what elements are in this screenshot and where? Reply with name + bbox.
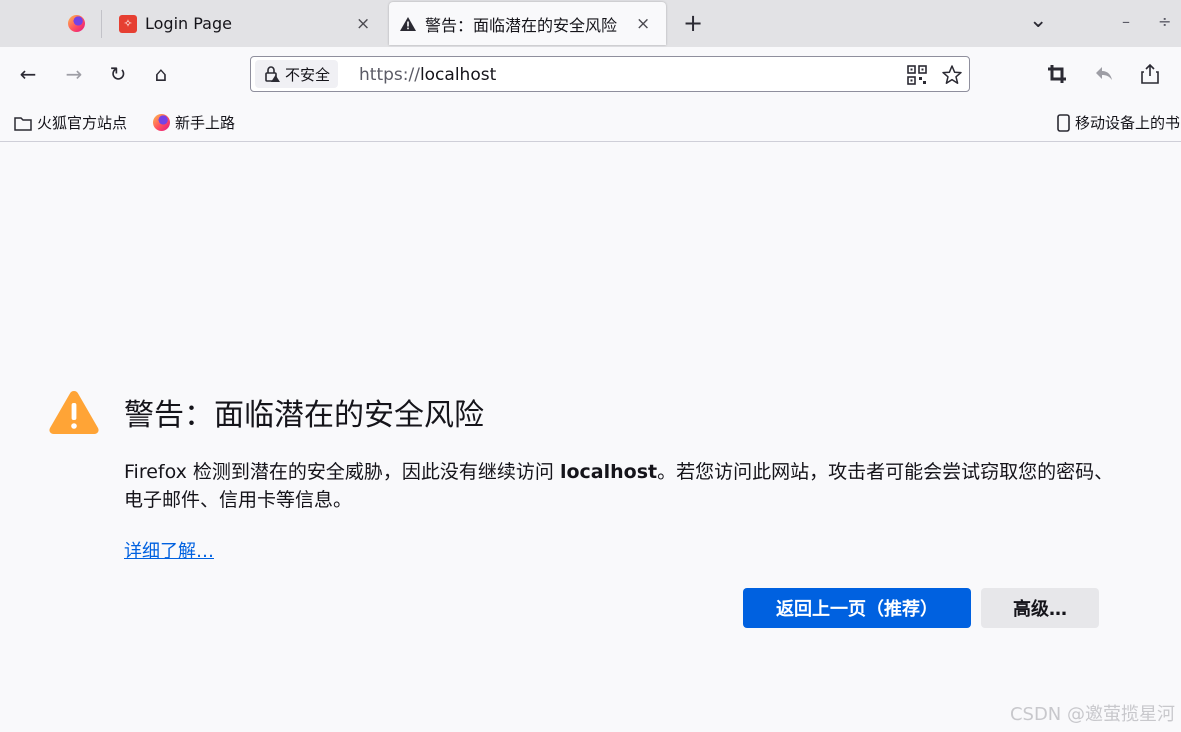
minimize-button[interactable]: – xyxy=(1122,12,1130,31)
new-tab-button[interactable]: + xyxy=(683,9,703,37)
tab-security-warning[interactable]: 警告：面临潜在的安全风险 × xyxy=(389,2,666,45)
warning-triangle-icon xyxy=(400,16,416,31)
list-all-tabs-button[interactable]: ⌄ xyxy=(1029,8,1047,33)
url-host: localhost xyxy=(419,65,497,85)
lock-warning-icon xyxy=(265,66,280,82)
bookmarks-toolbar: 火狐官方站点 新手上路 移动设备上的书 xyxy=(0,103,1181,142)
maximize-button[interactable]: ÷ xyxy=(1158,12,1171,31)
reply-icon[interactable] xyxy=(1094,65,1114,83)
tab-title: 警告：面临潜在的安全风险 xyxy=(425,15,618,35)
learn-more-link[interactable]: 详细了解… xyxy=(124,537,214,563)
tab-divider xyxy=(101,10,102,38)
page-title: 警告：面临潜在的安全风险 xyxy=(124,398,484,433)
bookmark-star-icon[interactable] xyxy=(941,64,963,86)
not-secure-label: 不安全 xyxy=(285,65,331,84)
qr-code-icon[interactable] xyxy=(907,65,927,85)
bookmark-label: 移动设备上的书 xyxy=(1075,114,1181,132)
bookmark-folder-firefox-official[interactable]: 火狐官方站点 xyxy=(14,112,127,133)
crop-icon[interactable] xyxy=(1047,64,1067,84)
tab-title: Login Page xyxy=(145,14,232,33)
close-icon[interactable]: × xyxy=(356,14,370,34)
reload-button[interactable]: ↻ xyxy=(104,60,132,88)
back-button[interactable]: ← xyxy=(14,60,42,88)
error-page-content: 警告：面临潜在的安全风险 Firefox 检测到潜在的安全威胁，因此没有继续访问… xyxy=(0,142,1181,732)
bookmark-getting-started[interactable]: 新手上路 xyxy=(153,112,235,133)
close-icon[interactable]: × xyxy=(636,14,650,34)
firefox-view-button[interactable] xyxy=(58,0,94,47)
error-description: Firefox 检测到潜在的安全威胁，因此没有继续访问 localhost。若您… xyxy=(124,458,1114,514)
warning-icon xyxy=(49,391,99,434)
bookmark-label: 新手上路 xyxy=(175,114,236,132)
watermark: CSDN @邀萤揽星河 xyxy=(1009,704,1175,725)
forward-button[interactable]: → xyxy=(60,60,88,88)
tab-login-page[interactable]: ✧ Login Page × xyxy=(103,0,386,47)
connection-not-secure-button[interactable]: 不安全 xyxy=(255,60,339,88)
url-bar[interactable]: 不安全 https://localhost xyxy=(250,56,970,92)
description-text-start: Firefox 检测到潜在的安全威胁，因此没有继续访问 xyxy=(124,461,560,483)
description-hostname: localhost xyxy=(559,461,658,483)
mobile-bookmarks[interactable]: 移动设备上的书 xyxy=(1057,112,1180,133)
advanced-button[interactable]: 高级… xyxy=(981,588,1099,628)
go-back-button[interactable]: 返回上一页（推荐） xyxy=(743,588,971,628)
share-icon[interactable] xyxy=(1140,63,1160,85)
home-button[interactable]: ⌂ xyxy=(147,60,175,88)
firefox-logo-icon xyxy=(67,15,85,32)
navigation-toolbar: ← → ↻ ⌂ 不安全 https://localhost xyxy=(0,47,1181,103)
folder-icon xyxy=(14,116,32,131)
tab-strip: ✧ Login Page × 警告：面临潜在的安全风险 × + ⌄ – ÷ xyxy=(0,0,1181,47)
url-text: https://localhost xyxy=(359,65,496,85)
mobile-device-icon xyxy=(1057,113,1070,132)
login-page-favicon-icon: ✧ xyxy=(119,14,137,33)
bookmark-label: 火狐官方站点 xyxy=(37,114,128,132)
firefox-logo-icon xyxy=(153,114,170,131)
url-scheme: https:// xyxy=(359,65,420,85)
